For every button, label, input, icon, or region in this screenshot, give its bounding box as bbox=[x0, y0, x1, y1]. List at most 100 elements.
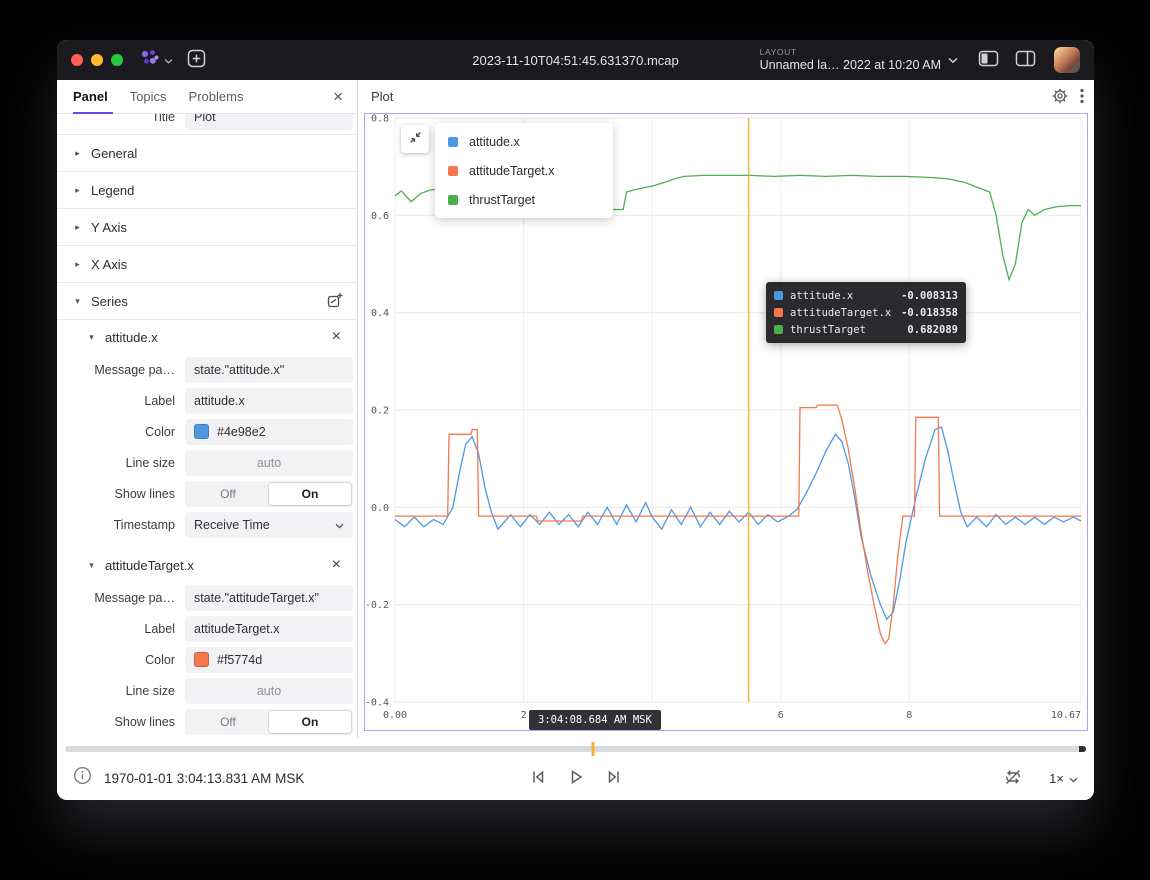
layout-selector[interactable]: LAYOUT Unnamed la… 2022 at 10:20 AM bbox=[760, 48, 958, 72]
section-general[interactable]: ▸ General bbox=[57, 135, 357, 172]
info-icon[interactable] bbox=[73, 766, 92, 790]
tab-topics[interactable]: Topics bbox=[119, 80, 178, 113]
section-series[interactable]: ▾ Series bbox=[57, 283, 357, 320]
zoom-window-button[interactable] bbox=[111, 54, 123, 66]
timestamp-select[interactable]: Receive Time bbox=[185, 512, 353, 538]
remove-series-button[interactable]: × bbox=[330, 557, 343, 573]
line-size-label: Line size bbox=[57, 456, 185, 470]
legend-label: attitude.x bbox=[469, 135, 520, 149]
line-size-input[interactable]: auto bbox=[185, 678, 353, 704]
tab-problems[interactable]: Problems bbox=[178, 80, 255, 113]
svg-text:0.8: 0.8 bbox=[371, 114, 389, 125]
app-menu-button[interactable] bbox=[139, 48, 173, 73]
tooltip-row: attitude.x -0.008313 bbox=[774, 287, 958, 304]
seek-track[interactable] bbox=[65, 746, 1086, 752]
minimize-window-button[interactable] bbox=[91, 54, 103, 66]
foxglove-logo-icon bbox=[139, 48, 161, 73]
caret-right-icon: ▸ bbox=[73, 185, 82, 196]
legend-item-attitude-target-x[interactable]: attitudeTarget.x bbox=[435, 156, 613, 185]
series-color-swatch bbox=[774, 325, 783, 334]
svg-text:-0.4: -0.4 bbox=[365, 698, 389, 709]
add-series-button[interactable] bbox=[327, 292, 343, 311]
section-legend[interactable]: ▸ Legend bbox=[57, 172, 357, 209]
panel-settings-sidebar: Panel Topics Problems × Title Plot ▸ Gen… bbox=[57, 80, 358, 738]
plot-chart-area[interactable]: 0.80.60.40.20.0-0.2-0.40.00246810.67 att… bbox=[364, 113, 1088, 731]
skip-previous-icon bbox=[528, 767, 548, 790]
color-row: Color #f5774d bbox=[57, 644, 357, 675]
section-label: Legend bbox=[91, 183, 134, 198]
seek-forward-button[interactable] bbox=[604, 767, 624, 790]
loop-toggle-button[interactable] bbox=[1003, 767, 1023, 790]
play-button[interactable] bbox=[566, 767, 586, 790]
title-input[interactable]: Plot bbox=[185, 114, 353, 130]
message-path-input[interactable]: state."attitude.x" bbox=[185, 357, 353, 383]
svg-text:10.67: 10.67 bbox=[1051, 710, 1081, 721]
label-input[interactable]: attitudeTarget.x bbox=[185, 616, 353, 642]
loop-off-icon bbox=[1003, 767, 1023, 790]
content-area: Panel Topics Problems × Title Plot ▸ Gen… bbox=[57, 80, 1094, 738]
color-swatch bbox=[194, 652, 209, 667]
tooltip-row: attitudeTarget.x -0.018358 bbox=[774, 304, 958, 321]
left-sidebar-icon bbox=[978, 50, 999, 70]
playback-bar: 1970-01-01 3:04:13.831 AM MSK bbox=[57, 738, 1094, 800]
color-input[interactable]: #f5774d bbox=[185, 647, 353, 673]
chevron-down-icon bbox=[335, 518, 344, 532]
message-path-input[interactable]: state."attitudeTarget.x" bbox=[185, 585, 353, 611]
panel-title: Plot bbox=[371, 89, 393, 104]
svg-text:0.2: 0.2 bbox=[371, 406, 389, 417]
close-window-button[interactable] bbox=[71, 54, 83, 66]
tab-panel[interactable]: Panel bbox=[73, 80, 119, 113]
seek-backward-button[interactable] bbox=[528, 767, 548, 790]
message-path-row: Message pa… state."attitude.x" bbox=[57, 354, 357, 385]
panel-menu-button[interactable] bbox=[1080, 88, 1084, 107]
show-lines-label: Show lines bbox=[57, 487, 185, 501]
color-row: Color #4e98e2 bbox=[57, 416, 357, 447]
playhead-marker[interactable] bbox=[591, 742, 594, 756]
show-lines-on-button[interactable]: On bbox=[269, 483, 351, 505]
show-lines-toggle: Off On bbox=[185, 481, 353, 507]
legend-item-attitude-x[interactable]: attitude.x bbox=[435, 127, 613, 156]
line-size-input[interactable]: auto bbox=[185, 450, 353, 476]
add-series-icon bbox=[327, 292, 343, 311]
toggle-left-sidebar-button[interactable] bbox=[978, 50, 999, 70]
playback-speed-selector[interactable]: 1× bbox=[1049, 771, 1078, 786]
remove-series-button[interactable]: × bbox=[330, 329, 343, 345]
panel-settings-button[interactable] bbox=[1052, 88, 1068, 107]
label-input[interactable]: attitude.x bbox=[185, 388, 353, 414]
chevron-down-icon bbox=[164, 51, 173, 69]
timestamp-value: Receive Time bbox=[194, 518, 270, 532]
playback-controls: 1970-01-01 3:04:13.831 AM MSK bbox=[57, 756, 1094, 800]
avatar[interactable] bbox=[1054, 47, 1080, 73]
show-lines-row: Show lines Off On bbox=[57, 478, 357, 509]
seek-bar[interactable] bbox=[65, 742, 1086, 756]
panel-actions bbox=[1052, 88, 1084, 107]
show-lines-off-button[interactable]: Off bbox=[187, 711, 269, 733]
series-name: attitude.x bbox=[105, 330, 158, 345]
line-size-row: Line size auto bbox=[57, 675, 357, 706]
show-lines-on-button[interactable]: On bbox=[269, 711, 351, 733]
collapse-legend-button[interactable] bbox=[401, 125, 429, 153]
section-x-axis[interactable]: ▸ X Axis bbox=[57, 246, 357, 283]
toggle-right-sidebar-button[interactable] bbox=[1015, 50, 1036, 70]
close-sidebar-button[interactable]: × bbox=[329, 86, 347, 107]
caret-right-icon: ▸ bbox=[73, 259, 82, 270]
caret-down-icon: ▾ bbox=[87, 332, 96, 343]
caret-right-icon: ▸ bbox=[73, 148, 82, 159]
titlebar-actions bbox=[978, 50, 1036, 70]
plot-panel: Plot 0.80.60.40.20.0-0.2-0.40.00246810.6… bbox=[358, 80, 1094, 738]
tooltip-series-name: thrustTarget bbox=[790, 324, 866, 336]
legend-item-thrust-target[interactable]: thrustTarget bbox=[435, 185, 613, 214]
series-attitude-target-x-header[interactable]: ▾ attitudeTarget.x × bbox=[57, 548, 357, 582]
color-input[interactable]: #4e98e2 bbox=[185, 419, 353, 445]
app-window: 2023-11-10T04:51:45.631370.mcap LAYOUT U… bbox=[57, 40, 1094, 800]
label-row: Label attitude.x bbox=[57, 385, 357, 416]
show-lines-row: Show lines Off On bbox=[57, 706, 357, 737]
section-y-axis[interactable]: ▸ Y Axis bbox=[57, 209, 357, 246]
window-title: 2023-11-10T04:51:45.631370.mcap bbox=[472, 53, 678, 68]
add-panel-button[interactable] bbox=[187, 49, 206, 71]
show-lines-off-button[interactable]: Off bbox=[187, 483, 269, 505]
timestamp-row: Timestamp Receive Time bbox=[57, 509, 357, 540]
tooltip-series-name: attitudeTarget.x bbox=[790, 307, 891, 319]
series-attitude-x-header[interactable]: ▾ attitude.x × bbox=[57, 320, 357, 354]
caret-down-icon: ▾ bbox=[87, 560, 96, 571]
